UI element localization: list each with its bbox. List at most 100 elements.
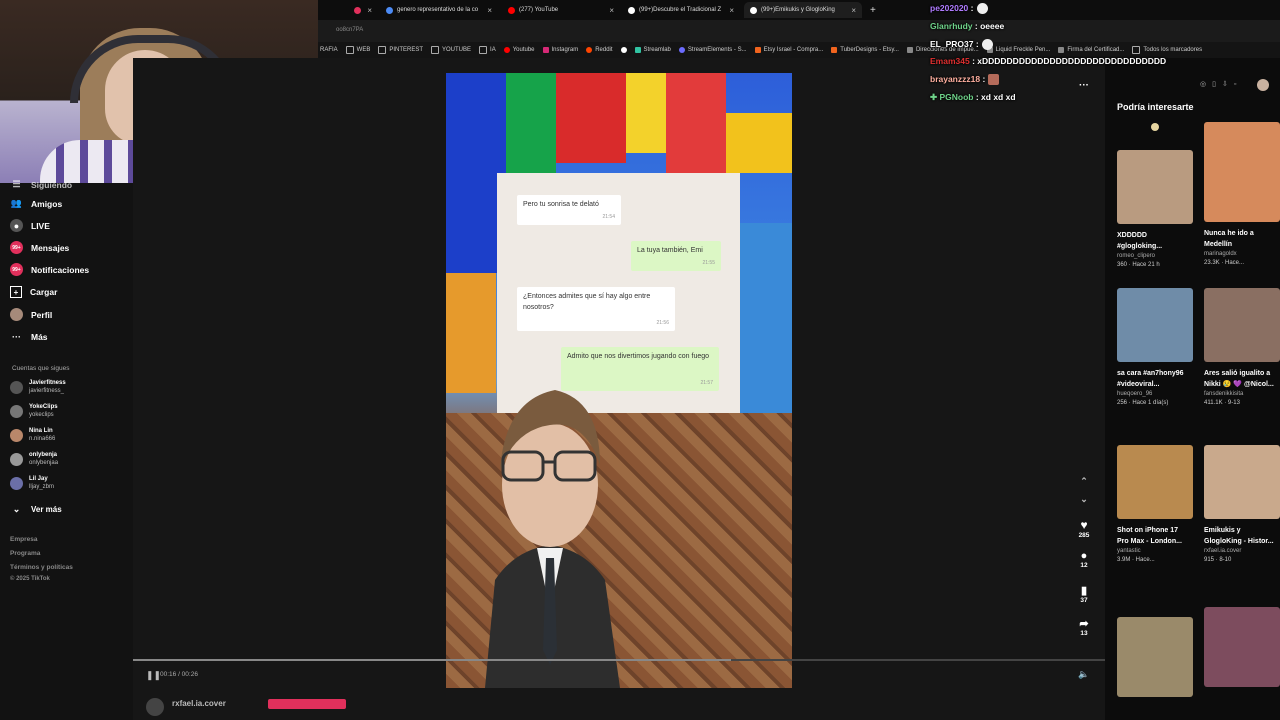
- author-name[interactable]: rxfael.ia.cover: [172, 699, 226, 708]
- more-options-icon[interactable]: ···: [1077, 80, 1091, 91]
- bookmark[interactable]: WEB: [345, 46, 370, 54]
- chat-username: Glanrhudy: [930, 21, 973, 31]
- panel-toolbar-icons[interactable]: ◎▯⇩▫: [1200, 80, 1242, 88]
- close-tab-icon[interactable]: ×: [851, 6, 856, 15]
- bookmark[interactable]: PINTEREST: [378, 46, 423, 54]
- account-name: YokeClips: [29, 404, 58, 410]
- recommended-video-card[interactable]: [1204, 607, 1280, 693]
- emote-icon: [988, 74, 1000, 86]
- recommended-video-card[interactable]: Ares salió igualito a Nikki 😢 💜 @Nicol...…: [1204, 288, 1280, 408]
- followed-account[interactable]: Lil Jay lljay_zbm: [10, 476, 54, 491]
- etsy-icon: [754, 47, 761, 53]
- sidebar-item-live[interactable]: ● LIVE: [10, 219, 50, 232]
- pause-icon[interactable]: ❚❚: [146, 670, 161, 681]
- message-text: ¿Entonces admites que sí hay algo entre …: [523, 293, 651, 311]
- bookmark[interactable]: Instagram: [542, 47, 578, 53]
- recommended-video-card[interactable]: Nunca he ido a Medellín marinagoldx 23.3K ·…: [1204, 122, 1280, 268]
- followed-account[interactable]: Javierfitness javierfitness_: [10, 380, 66, 395]
- chat-message-incoming: ¿Entonces admites que sí hay algo entre …: [517, 287, 675, 331]
- avatar: [10, 429, 23, 442]
- bookmark[interactable]: Liquid Freckle Pen...: [986, 47, 1050, 53]
- followed-account[interactable]: YokeClips yokeclips: [10, 404, 58, 419]
- bookmark[interactable]: YOUTUBE: [431, 46, 471, 54]
- previous-video-icon[interactable]: ⌃: [1077, 476, 1091, 487]
- card-author: yantastic: [1117, 548, 1141, 554]
- reddit-icon: [586, 47, 593, 53]
- folder-icon: [431, 46, 440, 54]
- video-thumbnail: [1117, 617, 1193, 697]
- bookmark[interactable]: RAFIA: [320, 47, 338, 53]
- sidebar-item-more[interactable]: ··· Más: [10, 330, 48, 343]
- footer-link-program[interactable]: Programa: [10, 550, 40, 557]
- author-avatar[interactable]: [146, 698, 164, 716]
- sidebar-item-messages[interactable]: 99+ Mensajes: [10, 241, 69, 254]
- footer-link-terms[interactable]: Términos y políticas: [10, 564, 73, 571]
- card-stats: 23.3K · Hace...: [1204, 260, 1245, 266]
- bookmark[interactable]: [620, 47, 627, 53]
- address-bar[interactable]: [318, 20, 1280, 42]
- sidebar-item-profile[interactable]: Perfil: [10, 308, 52, 321]
- sidebar-item-friends[interactable]: 👥 Amigos: [10, 197, 62, 210]
- sidebar-item-label: Amigos: [31, 198, 63, 209]
- close-tab-icon[interactable]: ×: [487, 6, 492, 15]
- chat-username: PGNoob: [939, 92, 974, 102]
- volume-icon[interactable]: 🔈: [1078, 669, 1089, 680]
- bookmark[interactable]: Etsy Israel - Compra...: [754, 47, 823, 53]
- sidebar-item-notifications[interactable]: 99+ Notificaciones: [10, 263, 89, 276]
- message-time: 21:55: [702, 260, 715, 266]
- like-button[interactable]: ♥ 285: [1077, 518, 1091, 539]
- recommended-video-card[interactable]: [1117, 617, 1193, 703]
- followed-account[interactable]: Nina Lin n.nina666: [10, 428, 55, 443]
- video-thumbnail: [1204, 288, 1280, 362]
- close-tab-icon[interactable]: ×: [609, 6, 614, 15]
- share-button[interactable]: ➦ 13: [1077, 617, 1091, 637]
- ghost-emote-icon: [981, 39, 993, 51]
- recommended-video-card[interactable]: XDDDDD #glogloking... romeo_clipero 360 · H…: [1117, 150, 1193, 270]
- close-tab-icon[interactable]: ×: [729, 6, 734, 15]
- bookmark[interactable]: TuberDesigns - Etsy...: [831, 47, 899, 53]
- chat-message-outgoing: La tuya también, Emi 21:55: [631, 241, 721, 271]
- browser-tab[interactable]: (99+)Descubre el Tradicional Z ×: [622, 2, 740, 18]
- sidebar-item-label: Siguiendo: [31, 179, 73, 190]
- friends-icon: 👥: [10, 198, 23, 208]
- next-video-icon[interactable]: ⌄: [1077, 494, 1091, 505]
- following-accounts-header: Cuentas que sigues: [12, 365, 70, 372]
- chevron-down-icon: ⌄: [12, 504, 21, 514]
- bookmark[interactable]: Streamlab: [634, 47, 671, 53]
- browser-tab[interactable]: ×: [348, 2, 378, 18]
- footer-link-company[interactable]: Empresa: [10, 536, 37, 543]
- bookmark[interactable]: Youtube: [503, 47, 535, 53]
- bookmark-button[interactable]: ▮ 37: [1077, 584, 1091, 604]
- close-tab-icon[interactable]: ×: [367, 6, 372, 15]
- browser-tab[interactable]: (277) YouTube ×: [502, 2, 620, 18]
- card-author: romeo_clipero: [1117, 253, 1156, 259]
- chat-username: brayanzzz18: [930, 74, 981, 84]
- sidebar-item-label: LIVE: [31, 220, 50, 231]
- card-author: marinagoldx: [1204, 251, 1237, 257]
- bookmark[interactable]: Todos los marcadores: [1132, 46, 1202, 54]
- sidebar-item-upload[interactable]: + Cargar: [10, 286, 57, 298]
- message-text: La tuya también, Emi: [637, 247, 703, 254]
- avatar: [10, 477, 23, 490]
- message-text: Admito que nos divertimos jugando con fu…: [567, 353, 710, 360]
- github-icon: [620, 47, 627, 53]
- comment-button[interactable]: ● 12: [1077, 550, 1091, 569]
- browser-tab[interactable]: genero representativo de la co ×: [380, 2, 498, 18]
- recommended-video-card[interactable]: sa cara #an7hony96 #videoviral... hueqoero…: [1117, 288, 1193, 408]
- browser-tab-active[interactable]: (99+)Emikukis y GlogloKing ×: [744, 2, 862, 18]
- card-subtitle: #videoviral...: [1117, 381, 1160, 388]
- card-title: Shot on iPhone 17: [1117, 527, 1179, 534]
- recommended-video-card[interactable]: Emikukis y GlogloKing - Histor... rxfael.i…: [1204, 445, 1280, 565]
- bookmark[interactable]: StreamElements - S...: [678, 47, 747, 53]
- sidebar-item-following[interactable]: ☰ Siguiendo: [10, 178, 72, 191]
- followed-account[interactable]: onlybenja onlybenjaa: [10, 452, 58, 467]
- see-more-button[interactable]: ⌄ Ver más: [10, 503, 62, 516]
- user-avatar[interactable]: [1257, 79, 1269, 91]
- folder-icon: [345, 46, 354, 54]
- recommended-video-card[interactable]: Shot on iPhone 17 Pro Max - London... yant…: [1117, 445, 1193, 565]
- new-tab-button[interactable]: +: [864, 2, 880, 18]
- follow-button[interactable]: [268, 699, 346, 709]
- bookmark[interactable]: Reddit: [586, 47, 613, 53]
- bookmark[interactable]: IA: [479, 46, 496, 54]
- bookmark[interactable]: Firma del Certificad...: [1058, 47, 1124, 53]
